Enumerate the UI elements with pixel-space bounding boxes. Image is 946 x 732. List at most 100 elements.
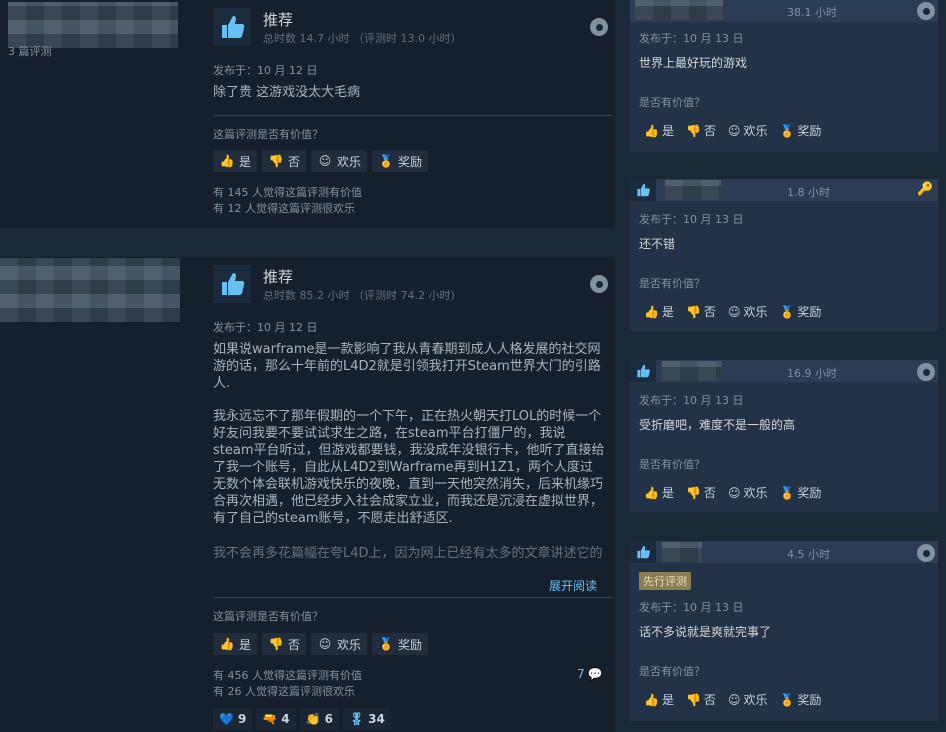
thumbs-down-icon: 👎	[685, 485, 701, 500]
award-button[interactable]: 🏅 奖励	[779, 122, 821, 139]
vote-yes-label: 是	[661, 305, 674, 319]
key-icon: 🔑	[917, 182, 934, 197]
author-avatar-blurred[interactable]	[635, 0, 723, 20]
expand-review-link[interactable]: 展开阅读	[549, 577, 597, 594]
review-paragraph-1: 如果说warframe是一款影响了我从青春期到成人人格发展的社交网游的话，那么十…	[213, 342, 601, 391]
award-button[interactable]: 🏅 奖励	[779, 484, 821, 501]
award-button[interactable]: 🏅 奖励	[779, 691, 821, 708]
award-icon: 🏅	[779, 304, 795, 319]
divider	[213, 115, 613, 116]
vote-no-button[interactable]: 👎 否	[686, 691, 716, 708]
vote-funny-button[interactable]: ☺ 欢乐	[311, 633, 368, 655]
vote-buttons: 👍 是 👎 否 ☺ 欢乐 🏅 奖励	[644, 691, 821, 708]
thumbs-up-icon	[213, 265, 251, 303]
comment-bubble-icon: 💬	[587, 667, 603, 681]
vote-funny-button[interactable]: ☺ 欢乐	[728, 303, 768, 320]
award-count: 34	[368, 712, 385, 726]
thumbs-down-icon: 👎	[268, 637, 284, 651]
vote-no-button[interactable]: 👎 否	[686, 122, 716, 139]
award-summary: 💙 9 🔫 4 👏 6 🎖 34	[213, 708, 391, 730]
award-medal-icon: 🎖	[348, 712, 365, 726]
smiley-icon: ☺	[727, 485, 741, 500]
award-hearts-icon: 💙	[219, 712, 234, 726]
award-button[interactable]: 🏅 奖励	[372, 150, 429, 172]
vote-funny-button[interactable]: ☺ 欢乐	[728, 484, 768, 501]
helpful-count: 有 456 人觉得这篇评测有价值	[213, 669, 362, 682]
vote-yes-label: 是	[661, 124, 674, 138]
comment-count: 7	[577, 667, 585, 681]
award-item[interactable]: 🎖 34	[342, 708, 391, 730]
vote-no-label: 否	[703, 693, 716, 707]
vote-buttons: 👍 是 👎 否 ☺ 欢乐 🏅 奖励	[644, 484, 821, 501]
post-date: 发布于：10 月 13 日	[639, 32, 744, 45]
review-text: 还不错	[639, 237, 676, 251]
review-text: 受折磨吧，难度不是一般的高	[639, 418, 796, 432]
helpful-question: 这篇评测是否有价值？	[213, 128, 323, 141]
author-name-blurred[interactable]	[662, 361, 722, 381]
comments-link[interactable]: 7 💬	[577, 667, 603, 681]
funny-count: 有 26 人觉得这篇评测很欢乐	[213, 685, 355, 698]
vote-yes-button[interactable]: 👍 是	[644, 484, 674, 501]
vote-no-button[interactable]: 👎 否	[262, 633, 307, 655]
helpful-question: 是否有价值？	[639, 96, 705, 109]
vote-yes-button[interactable]: 👍 是	[644, 303, 674, 320]
award-item[interactable]: 🔫 4	[256, 708, 296, 730]
steam-icon	[590, 275, 608, 293]
divider	[213, 597, 613, 598]
review-title: 推荐	[263, 11, 294, 29]
playtime: 总时数 14.7 小时 （评测时 13.0 小时）	[263, 32, 462, 45]
author-avatar-blurred[interactable]	[0, 258, 180, 322]
thumbs-up-icon: 👍	[644, 123, 659, 138]
early-access-badge: 先行评测	[639, 572, 691, 590]
author-name-blurred[interactable]	[662, 542, 702, 562]
vote-funny-button[interactable]: ☺ 欢乐	[728, 691, 768, 708]
playtime: 总时数 85.2 小时 （评测时 74.2 小时）	[263, 289, 462, 302]
helpful-question: 是否有价值？	[639, 458, 705, 471]
vote-buttons: 👍 是 👎 否 ☺ 欢乐 🏅 奖励	[213, 633, 429, 655]
post-date: 发布于：10 月 12 日	[213, 64, 318, 77]
post-date: 发布于：10 月 13 日	[639, 601, 744, 614]
vote-yes-label: 是	[239, 637, 252, 652]
steam-icon	[917, 2, 935, 20]
vote-no-button[interactable]: 👎 否	[686, 484, 716, 501]
vote-funny-button[interactable]: ☺ 欢乐	[311, 150, 368, 172]
award-button[interactable]: 🏅 奖励	[372, 633, 429, 655]
award-item[interactable]: 💙 9	[213, 708, 253, 730]
vote-yes-button[interactable]: 👍 是	[644, 122, 674, 139]
vote-no-button[interactable]: 👎 否	[686, 303, 716, 320]
vote-no-label: 否	[703, 486, 716, 500]
vote-no-label: 否	[288, 637, 301, 652]
award-clap-icon: 👏	[305, 712, 321, 726]
post-date: 发布于：10 月 12 日	[213, 321, 318, 334]
thumbs-up-icon: 👍	[219, 154, 235, 168]
post-date: 发布于：10 月 13 日	[639, 213, 744, 226]
helpful-question: 这篇评测是否有价值？	[213, 610, 323, 623]
playtime: 1.8 小时	[787, 186, 830, 199]
award-label: 奖励	[797, 305, 822, 319]
vote-no-button[interactable]: 👎 否	[262, 150, 307, 172]
helpful-count: 有 145 人觉得这篇评测有价值	[213, 186, 362, 199]
post-date: 发布于：10 月 13 日	[639, 394, 744, 407]
playtime: 16.9 小时	[787, 367, 837, 380]
vote-funny-button[interactable]: ☺ 欢乐	[728, 122, 768, 139]
vote-yes-button[interactable]: 👍 是	[644, 691, 674, 708]
award-item[interactable]: 👏 6	[299, 708, 339, 730]
vote-funny-label: 欢乐	[743, 305, 768, 319]
review-text: 世界上最好玩的游戏	[639, 56, 748, 70]
vote-yes-label: 是	[239, 154, 252, 169]
vote-yes-button[interactable]: 👍 是	[213, 633, 258, 655]
smiley-icon: ☺	[727, 304, 741, 319]
vote-yes-button[interactable]: 👍 是	[213, 150, 258, 172]
thumbs-up-icon: 👍	[644, 485, 659, 500]
thumbs-down-icon: 👎	[685, 692, 701, 707]
review-title: 推荐	[263, 268, 294, 286]
author-name-blurred[interactable]	[665, 180, 721, 200]
smiley-icon: ☺	[318, 637, 332, 651]
award-gun-icon: 🔫	[262, 712, 278, 726]
author-avatar-blurred[interactable]	[8, 2, 178, 48]
award-button[interactable]: 🏅 奖励	[779, 303, 821, 320]
award-label: 奖励	[797, 693, 822, 707]
vote-funny-label: 欢乐	[743, 124, 768, 138]
award-icon: 🏅	[779, 123, 795, 138]
award-icon: 🏅	[779, 692, 795, 707]
